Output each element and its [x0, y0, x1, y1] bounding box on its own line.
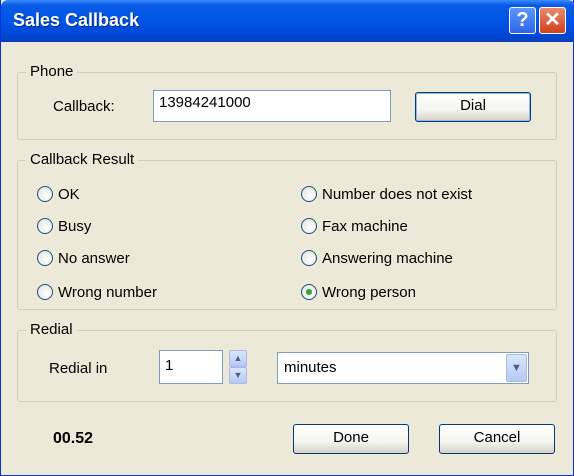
close-button[interactable]: ✕	[539, 7, 566, 34]
redial-unit-value: minutes	[284, 359, 337, 376]
sales-callback-dialog: Sales Callback ? ✕ Phone Callback: 13984…	[0, 0, 574, 476]
radio-busy[interactable]: Busy	[37, 216, 91, 236]
radio-circle	[37, 284, 53, 300]
cancel-button[interactable]: Cancel	[439, 424, 555, 454]
phone-legend: Phone	[26, 63, 78, 80]
help-icon: ?	[516, 9, 529, 31]
chevron-down-icon[interactable]: ▼	[506, 354, 527, 382]
title-bar: Sales Callback ? ✕	[1, 0, 574, 42]
callback-label: Callback:	[53, 98, 115, 115]
radio-label-wrong-number: Wrong number	[58, 283, 157, 301]
callback-result-legend: Callback Result	[26, 151, 139, 168]
radio-selected-dot	[306, 289, 312, 295]
done-button[interactable]: Done	[293, 424, 409, 454]
radio-circle	[301, 284, 317, 300]
radio-label-answering-machine: Answering machine	[322, 249, 453, 267]
radio-circle	[301, 218, 317, 234]
radio-wrong-number[interactable]: Wrong number	[37, 282, 157, 302]
radio-answering-machine[interactable]: Answering machine	[301, 248, 453, 268]
radio-ok[interactable]: OK	[37, 184, 80, 204]
cancel-button-label: Cancel	[473, 429, 521, 446]
redial-value-input[interactable]: 1	[159, 350, 223, 384]
done-button-label: Done	[333, 429, 369, 446]
radio-no-answer[interactable]: No answer	[37, 248, 130, 268]
radio-circle	[301, 186, 317, 202]
radio-label-ok: OK	[58, 185, 80, 203]
redial-label: Redial in	[49, 360, 108, 377]
window-title: Sales Callback	[13, 10, 140, 30]
radio-circle	[37, 250, 53, 266]
help-button[interactable]: ?	[509, 7, 536, 34]
redial-legend: Redial	[26, 321, 77, 338]
radio-label-fax-machine: Fax machine	[322, 217, 408, 235]
callback-input[interactable]: 13984241000	[153, 90, 391, 122]
close-icon: ✕	[544, 9, 561, 31]
radio-number-does-not-exist[interactable]: Number does not exist	[301, 184, 472, 204]
redial-unit-select[interactable]: minutes ▼	[277, 352, 529, 384]
dial-button-label: Dial	[460, 97, 486, 114]
radio-circle	[301, 250, 317, 266]
radio-circle	[37, 186, 53, 202]
radio-circle	[37, 218, 53, 234]
dial-button[interactable]: Dial	[415, 92, 531, 122]
radio-wrong-person[interactable]: Wrong person	[301, 282, 416, 302]
redial-spinner: ▲ ▼	[229, 350, 247, 384]
elapsed-timer: 00.52	[53, 430, 94, 447]
radio-label-busy: Busy	[58, 217, 92, 235]
spin-up-icon[interactable]: ▲	[229, 350, 247, 367]
radio-label-number-does-not-exist: Number does not exist	[322, 185, 473, 203]
radio-fax-machine[interactable]: Fax machine	[301, 216, 408, 236]
callback-value: 13984241000	[159, 94, 251, 111]
radio-label-wrong-person: Wrong person	[322, 283, 416, 301]
radio-label-no-answer: No answer	[58, 249, 130, 267]
redial-value: 1	[165, 357, 174, 374]
spin-down-icon[interactable]: ▼	[229, 367, 247, 384]
